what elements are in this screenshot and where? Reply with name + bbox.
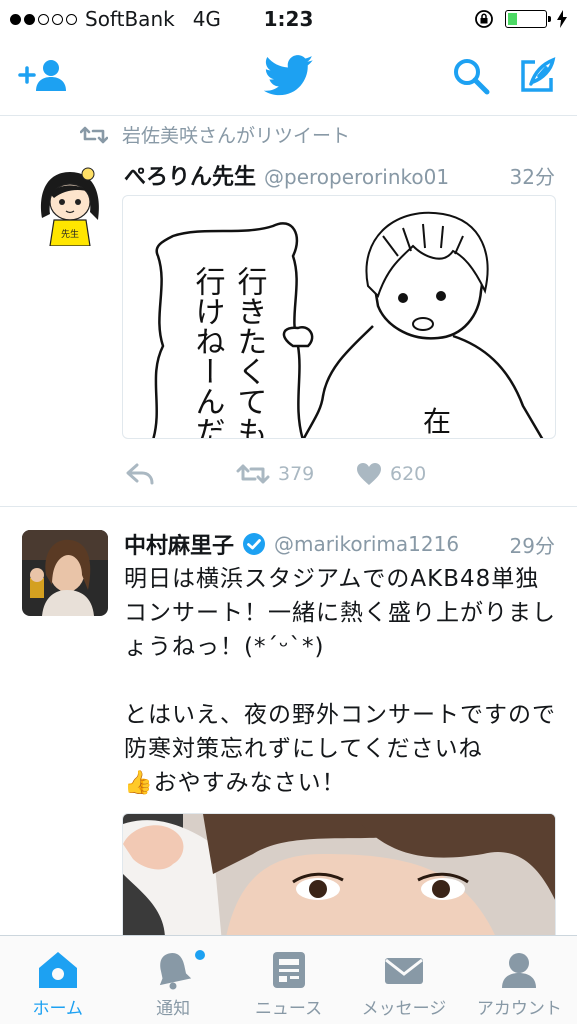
author-name[interactable]: ぺろりん先生: [124, 165, 256, 190]
speech-text-line2: 行けねーんだ: [190, 266, 226, 439]
selfie-photo: [123, 814, 555, 935]
shirt-text: 在: [423, 405, 451, 438]
tweet-actions: 379 620: [126, 462, 446, 486]
like-button[interactable]: 620: [356, 462, 426, 486]
retweet-context: 岩佐美咲さんがリツイート: [80, 121, 350, 148]
tweet-header: 中村麻里子 @marikorima1216: [124, 528, 459, 560]
search-button[interactable]: [446, 54, 496, 98]
avatar-shirt-text: 先生: [61, 228, 79, 240]
search-icon: [454, 59, 490, 95]
tweet-time: 29分: [509, 534, 555, 558]
twitter-bird-icon: [264, 55, 314, 96]
tab-label: 通知: [156, 999, 191, 1019]
charging-bolt-icon: [557, 10, 567, 28]
add-user-icon: [18, 60, 66, 91]
author-name[interactable]: 中村麻里子: [124, 528, 234, 560]
tab-label: ホーム: [32, 999, 83, 1019]
compose-tweet-button[interactable]: [512, 54, 562, 98]
avatar-image: 先生: [36, 164, 104, 246]
home-icon: [38, 952, 77, 988]
author-handle[interactable]: @peroperorinko01: [264, 165, 449, 189]
avatar[interactable]: [22, 530, 108, 616]
tab-label: アカウント: [476, 999, 562, 1019]
account-icon: [502, 953, 537, 988]
tweet-item[interactable]: 中村麻里子 @marikorima1216 29分 明日は横浜スタジアムでのAK…: [0, 508, 577, 935]
tweet-media-image[interactable]: [122, 813, 556, 935]
heart-icon: [357, 463, 381, 485]
compose-icon: [521, 57, 556, 92]
tweet-media-image[interactable]: 行きたくても 行けねーんだ 在: [122, 195, 556, 439]
avatar[interactable]: 先生: [36, 164, 104, 246]
tab-label: メッセージ: [361, 999, 447, 1019]
like-count: 620: [390, 463, 427, 485]
tab-account[interactable]: アカウント: [462, 936, 577, 1024]
retweet-icon: [236, 464, 270, 484]
verified-badge-icon: [243, 533, 266, 555]
retweet-button[interactable]: 379: [236, 462, 356, 486]
avatar-image: [22, 530, 108, 616]
reply-button[interactable]: [126, 463, 236, 485]
retweet-count: 379: [278, 463, 315, 485]
speech-text-line1: 行きたくても: [232, 266, 268, 439]
tab-notifications[interactable]: 通知: [115, 936, 230, 1024]
tab-messages[interactable]: メッセージ: [346, 936, 461, 1024]
notification-dot: [195, 950, 206, 960]
bell-icon: [159, 953, 192, 990]
reply-icon: [126, 463, 154, 485]
tweet-header: ぺろりん先生 @peroperorinko01: [124, 159, 449, 191]
retweet-icon: [80, 126, 108, 143]
rotation-lock-icon: [475, 10, 493, 28]
envelope-icon: [384, 958, 423, 984]
status-bar: SoftBank 4G 1:23: [0, 0, 577, 38]
tweet-text: 明日は横浜スタジアムでのAKB48単独コンサート！一緒に熱く盛り上がりましょうね…: [124, 566, 556, 796]
battery-icon: [505, 10, 551, 28]
tab-home[interactable]: ホーム: [0, 936, 115, 1024]
add-user-button[interactable]: [18, 54, 68, 98]
tab-news[interactable]: ニュース: [231, 936, 346, 1024]
bottom-tab-bar: ホーム 通知 ニュース メッセージ アカウント: [0, 935, 577, 1024]
manga-illustration: 行きたくても 行けねーんだ 在: [152, 211, 544, 439]
home-logo: [262, 54, 316, 98]
tweet-item[interactable]: 岩佐美咲さんがリツイート 先生 ぺろりん先生 @peroperorinko01 3…: [0, 117, 577, 507]
top-navbar: [0, 38, 577, 116]
author-handle[interactable]: @marikorima1216: [274, 532, 459, 556]
retweeted-by-text: 岩佐美咲さんがリツイート: [122, 125, 351, 147]
tweet-time: 32分: [509, 165, 555, 189]
status-right: [473, 8, 567, 30]
news-icon: [272, 952, 305, 988]
tab-label: ニュース: [254, 999, 323, 1019]
